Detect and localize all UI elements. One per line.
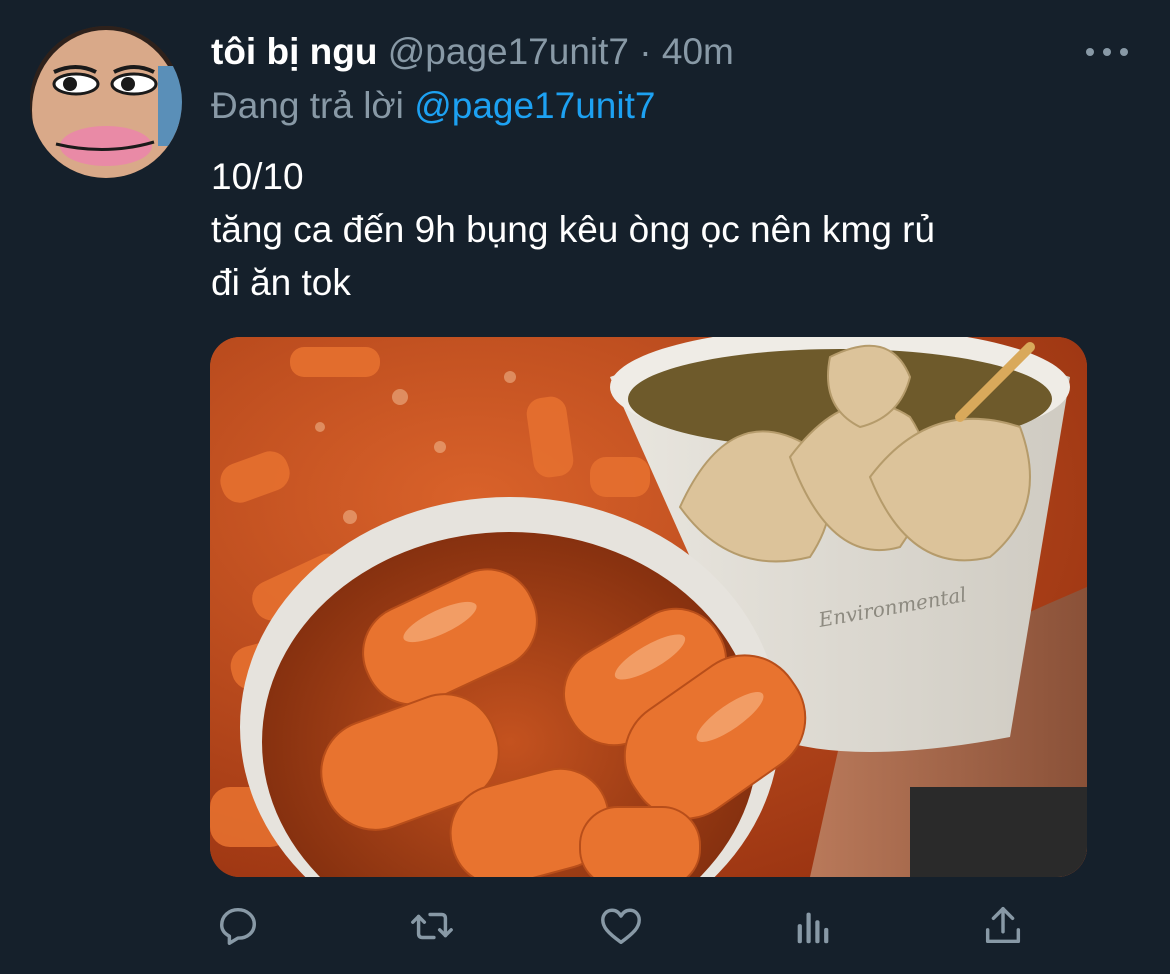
retweet-icon[interactable] bbox=[404, 898, 460, 954]
more-dot bbox=[1103, 48, 1111, 56]
tweet-header: tôi bị ngu @page17unit7 · 40m bbox=[211, 28, 734, 76]
tweet-media-photo[interactable]: Environmental bbox=[210, 337, 1087, 877]
avatar[interactable] bbox=[30, 26, 182, 178]
tweet-text-line: tăng ca đến 9h bụng kêu òng ọc nên kmg r… bbox=[211, 209, 936, 250]
replying-prefix: Đang trả lời bbox=[211, 85, 404, 126]
reply-icon[interactable] bbox=[210, 898, 266, 954]
more-dot bbox=[1086, 48, 1094, 56]
share-icon[interactable] bbox=[975, 898, 1031, 954]
heart-icon[interactable] bbox=[593, 898, 649, 954]
more-dot bbox=[1120, 48, 1128, 56]
more-icon[interactable] bbox=[1086, 42, 1128, 62]
replying-to: Đang trả lời @page17unit7 bbox=[211, 82, 655, 130]
author-handle[interactable]: @page17unit7 bbox=[388, 31, 629, 72]
tweet-text: 10/10 tăng ca đến 9h bụng kêu òng ọc nên… bbox=[211, 150, 1111, 309]
tweet-timestamp[interactable]: 40m bbox=[662, 31, 734, 72]
replying-mention-link[interactable]: @page17unit7 bbox=[414, 85, 655, 126]
avatar-image bbox=[30, 26, 182, 178]
tweet-text-line: 10/10 bbox=[211, 156, 304, 197]
author-name[interactable]: tôi bị ngu bbox=[211, 31, 377, 72]
food-photo: Environmental bbox=[210, 337, 1087, 877]
separator-dot: · bbox=[639, 31, 652, 72]
analytics-icon[interactable] bbox=[785, 898, 841, 954]
tweet-text-line: đi ăn tok bbox=[211, 262, 351, 303]
tweet-action-bar bbox=[210, 898, 1040, 954]
